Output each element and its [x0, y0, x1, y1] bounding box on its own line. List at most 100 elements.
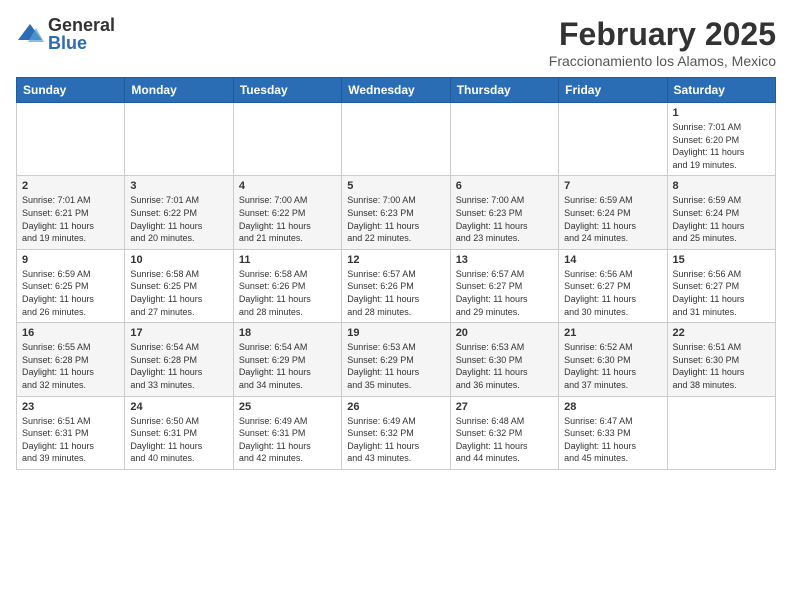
day-info: Sunrise: 6:53 AM Sunset: 6:29 PM Dayligh… [347, 341, 444, 391]
calendar-cell [17, 103, 125, 176]
calendar-cell: 9 Sunrise: 6:59 AM Sunset: 6:25 PM Daylig… [17, 249, 125, 322]
day-number: 18 [239, 327, 336, 339]
calendar-cell: 4Sunrise: 7:00 AM Sunset: 6:22 PM Daylig… [233, 176, 341, 249]
weekday-header-sunday: Sunday [17, 78, 125, 103]
calendar-cell [125, 103, 233, 176]
day-info: Sunrise: 6:55 AM Sunset: 6:28 PM Dayligh… [22, 341, 119, 391]
calendar-cell: 21Sunrise: 6:52 AM Sunset: 6:30 PM Dayli… [559, 323, 667, 396]
calendar-week-4: 16Sunrise: 6:55 AM Sunset: 6:28 PM Dayli… [17, 323, 776, 396]
calendar-cell [667, 396, 775, 469]
calendar-cell [559, 103, 667, 176]
day-number: 26 [347, 401, 444, 413]
calendar-cell: 11 Sunrise: 6:58 AM Sunset: 6:26 PM Dayli… [233, 249, 341, 322]
weekday-header-tuesday: Tuesday [233, 78, 341, 103]
calendar-cell: 14 Sunrise: 6:56 AM Sunset: 6:27 PM Dayli… [559, 249, 667, 322]
day-info: Sunrise: 6:56 AM Sunset: 6:27 PM Dayligh… [564, 268, 661, 318]
logo-blue-text: Blue [48, 34, 115, 52]
day-number: 10 [130, 254, 227, 266]
weekday-header-saturday: Saturday [667, 78, 775, 103]
calendar-cell: 22 Sunrise: 6:51 AM Sunset: 6:30 PM Dayli… [667, 323, 775, 396]
day-info: Sunrise: 7:01 AM Sunset: 6:21 PM Dayligh… [22, 194, 119, 244]
calendar-cell: 12 Sunrise: 6:57 AM Sunset: 6:26 PM Dayli… [342, 249, 450, 322]
weekday-header-wednesday: Wednesday [342, 78, 450, 103]
day-info: Sunrise: 6:47 AM Sunset: 6:33 PM Dayligh… [564, 415, 661, 465]
day-number: 25 [239, 401, 336, 413]
calendar-cell [342, 103, 450, 176]
day-info: Sunrise: 6:54 AM Sunset: 6:29 PM Dayligh… [239, 341, 336, 391]
day-number: 22 [673, 327, 770, 339]
day-info: Sunrise: 6:57 AM Sunset: 6:27 PM Dayligh… [456, 268, 553, 318]
day-number: 15 [673, 254, 770, 266]
day-info: Sunrise: 7:01 AM Sunset: 6:22 PM Dayligh… [130, 194, 227, 244]
day-info: Sunrise: 6:51 AM Sunset: 6:30 PM Dayligh… [673, 341, 770, 391]
day-info: Sunrise: 6:58 AM Sunset: 6:25 PM Dayligh… [130, 268, 227, 318]
logo-icon [16, 20, 44, 48]
calendar-cell: 28 Sunrise: 6:47 AM Sunset: 6:33 PM Dayli… [559, 396, 667, 469]
calendar-cell: 8 Sunrise: 6:59 AM Sunset: 6:24 PM Daylig… [667, 176, 775, 249]
calendar-cell: 3 Sunrise: 7:01 AM Sunset: 6:22 PM Daylig… [125, 176, 233, 249]
calendar-week-1: 1Sunrise: 7:01 AM Sunset: 6:20 PM Daylig… [17, 103, 776, 176]
calendar-cell: 23 Sunrise: 6:51 AM Sunset: 6:31 PM Dayli… [17, 396, 125, 469]
month-year: February 2025 [549, 16, 776, 53]
calendar-cell: 7 Sunrise: 6:59 AM Sunset: 6:24 PM Daylig… [559, 176, 667, 249]
day-number: 9 [22, 254, 119, 266]
day-number: 24 [130, 401, 227, 413]
title-block: February 2025 Fraccionamiento los Alamos… [549, 16, 776, 69]
calendar-cell [450, 103, 558, 176]
calendar-cell: 25 Sunrise: 6:49 AM Sunset: 6:31 PM Dayli… [233, 396, 341, 469]
calendar-cell: 15 Sunrise: 6:56 AM Sunset: 6:27 PM Dayli… [667, 249, 775, 322]
day-number: 28 [564, 401, 661, 413]
day-info: Sunrise: 6:59 AM Sunset: 6:24 PM Dayligh… [564, 194, 661, 244]
day-info: Sunrise: 7:00 AM Sunset: 6:23 PM Dayligh… [456, 194, 553, 244]
day-info: Sunrise: 6:58 AM Sunset: 6:26 PM Dayligh… [239, 268, 336, 318]
calendar-cell [233, 103, 341, 176]
day-number: 12 [347, 254, 444, 266]
calendar-cell: 6 Sunrise: 7:00 AM Sunset: 6:23 PM Daylig… [450, 176, 558, 249]
day-info: Sunrise: 6:56 AM Sunset: 6:27 PM Dayligh… [673, 268, 770, 318]
day-info: Sunrise: 6:59 AM Sunset: 6:24 PM Dayligh… [673, 194, 770, 244]
day-number: 6 [456, 180, 553, 192]
day-number: 27 [456, 401, 553, 413]
calendar-cell: 24 Sunrise: 6:50 AM Sunset: 6:31 PM Dayli… [125, 396, 233, 469]
day-number: 4 [239, 180, 336, 192]
day-info: Sunrise: 6:51 AM Sunset: 6:31 PM Dayligh… [22, 415, 119, 465]
day-number: 8 [673, 180, 770, 192]
calendar-cell: 27Sunrise: 6:48 AM Sunset: 6:32 PM Dayli… [450, 396, 558, 469]
logo: General Blue [16, 16, 115, 52]
calendar-cell: 10 Sunrise: 6:58 AM Sunset: 6:25 PM Dayli… [125, 249, 233, 322]
day-number: 19 [347, 327, 444, 339]
day-info: Sunrise: 7:00 AM Sunset: 6:23 PM Dayligh… [347, 194, 444, 244]
day-info: Sunrise: 6:50 AM Sunset: 6:31 PM Dayligh… [130, 415, 227, 465]
location: Fraccionamiento los Alamos, Mexico [549, 53, 776, 69]
weekday-header-friday: Friday [559, 78, 667, 103]
day-info: Sunrise: 7:01 AM Sunset: 6:20 PM Dayligh… [673, 121, 770, 171]
day-number: 11 [239, 254, 336, 266]
page-header: General Blue February 2025 Fraccionamien… [16, 16, 776, 69]
calendar-cell: 17Sunrise: 6:54 AM Sunset: 6:28 PM Dayli… [125, 323, 233, 396]
day-number: 3 [130, 180, 227, 192]
day-number: 23 [22, 401, 119, 413]
day-info: Sunrise: 6:49 AM Sunset: 6:31 PM Dayligh… [239, 415, 336, 465]
weekday-header-thursday: Thursday [450, 78, 558, 103]
day-number: 14 [564, 254, 661, 266]
calendar-table: SundayMondayTuesdayWednesdayThursdayFrid… [16, 77, 776, 470]
day-info: Sunrise: 6:59 AM Sunset: 6:25 PM Dayligh… [22, 268, 119, 318]
calendar-cell: 18 Sunrise: 6:54 AM Sunset: 6:29 PM Dayli… [233, 323, 341, 396]
calendar-cell: 13 Sunrise: 6:57 AM Sunset: 6:27 PM Dayli… [450, 249, 558, 322]
calendar-week-2: 2Sunrise: 7:01 AM Sunset: 6:21 PM Daylig… [17, 176, 776, 249]
calendar-cell: 26Sunrise: 6:49 AM Sunset: 6:32 PM Dayli… [342, 396, 450, 469]
calendar-cell: 2Sunrise: 7:01 AM Sunset: 6:21 PM Daylig… [17, 176, 125, 249]
day-number: 5 [347, 180, 444, 192]
day-number: 7 [564, 180, 661, 192]
weekday-header-row: SundayMondayTuesdayWednesdayThursdayFrid… [17, 78, 776, 103]
day-number: 13 [456, 254, 553, 266]
calendar-cell: 5 Sunrise: 7:00 AM Sunset: 6:23 PM Daylig… [342, 176, 450, 249]
day-info: Sunrise: 6:52 AM Sunset: 6:30 PM Dayligh… [564, 341, 661, 391]
day-info: Sunrise: 6:57 AM Sunset: 6:26 PM Dayligh… [347, 268, 444, 318]
day-number: 20 [456, 327, 553, 339]
day-number: 17 [130, 327, 227, 339]
calendar-cell: 19 Sunrise: 6:53 AM Sunset: 6:29 PM Dayli… [342, 323, 450, 396]
calendar-cell: 20 Sunrise: 6:53 AM Sunset: 6:30 PM Dayli… [450, 323, 558, 396]
day-info: Sunrise: 6:53 AM Sunset: 6:30 PM Dayligh… [456, 341, 553, 391]
weekday-header-monday: Monday [125, 78, 233, 103]
